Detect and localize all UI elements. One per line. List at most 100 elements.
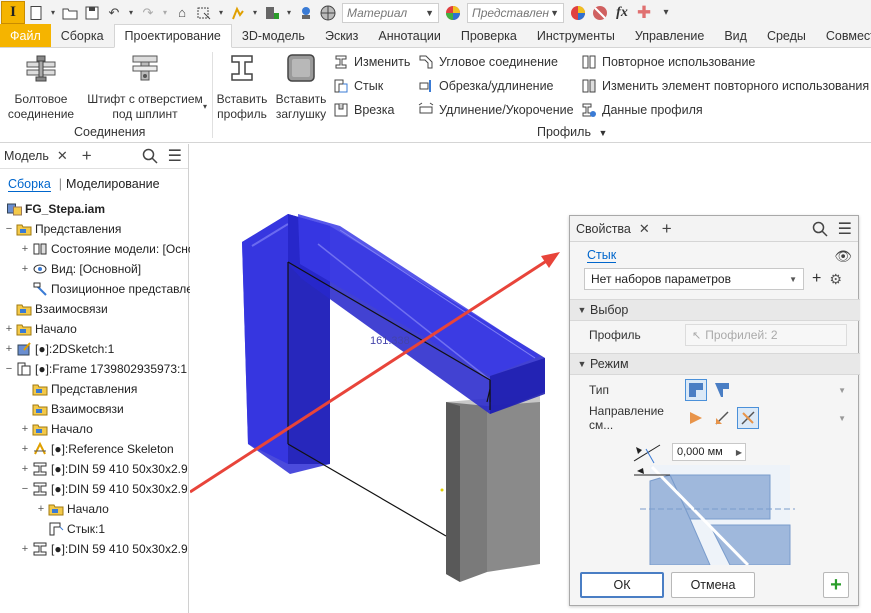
tree-root[interactable]: FG_Stepa.iam <box>0 199 188 219</box>
change-reuse-button[interactable]: Изменить элемент повторного использовани… <box>581 76 869 96</box>
joint-type-partial-icon[interactable] <box>711 379 733 401</box>
expand-icon[interactable]: + <box>20 423 30 435</box>
tab-environments[interactable]: Среды <box>757 24 816 47</box>
adjust-appearance-icon[interactable] <box>569 4 587 22</box>
bolted-connection-button[interactable]: Болтовое соединение <box>4 52 78 122</box>
dropdown-icon[interactable]: ▾ <box>217 4 225 22</box>
dimension-label[interactable]: 161.338 <box>370 335 410 347</box>
select-icon[interactable] <box>195 4 213 22</box>
dropdown-icon[interactable]: ▾ <box>285 4 293 22</box>
expand-icon[interactable]: + <box>36 503 46 515</box>
parameters-fx-icon[interactable]: fx <box>613 4 631 22</box>
save-icon[interactable] <box>83 4 101 22</box>
app-logo[interactable]: I <box>1 1 25 24</box>
update-icon[interactable] <box>263 4 281 22</box>
tree-node[interactable]: Взаимосвязи <box>0 299 188 319</box>
clevis-pin-button[interactable]: Штифт с отверстием под шплинт <box>82 52 208 122</box>
appearance-combo[interactable]: Представлен ▼ <box>467 2 564 23</box>
tree-node[interactable]: − Представления <box>0 219 188 239</box>
dropdown-icon[interactable]: ▾ <box>49 4 57 22</box>
tree-node[interactable]: + [●]:2DSketch:1 <box>0 339 188 359</box>
add-plus-icon[interactable]: ✚ <box>635 3 653 22</box>
tab-inspect[interactable]: Проверка <box>451 24 527 47</box>
tree-node[interactable]: + Начало <box>0 499 188 519</box>
steel-post-right[interactable] <box>446 394 540 582</box>
expand-icon[interactable]: + <box>20 263 30 275</box>
expand-icon[interactable]: + <box>20 443 30 455</box>
add-panel-icon[interactable]: + <box>662 219 672 239</box>
expand-icon[interactable]: + <box>4 323 14 335</box>
close-icon[interactable]: ✕ <box>57 148 68 164</box>
tree-node[interactable]: + [●]:Reference Skeleton <box>0 439 188 459</box>
preset-dropdown[interactable]: Нет наборов параметров ▼ <box>584 268 804 290</box>
color-override-icon[interactable] <box>297 4 315 22</box>
modeling-view-link[interactable]: Моделирование <box>66 177 160 191</box>
command-name-link[interactable]: Стык <box>587 249 617 263</box>
chevron-down-icon[interactable]: ▼ <box>838 414 846 423</box>
home-view-icon[interactable]: ⌂ <box>173 4 191 22</box>
tab-file[interactable]: Файл <box>0 24 51 47</box>
select-filter-icon[interactable] <box>229 4 247 22</box>
collapse-icon[interactable]: − <box>4 223 14 235</box>
lengthen-shorten-button[interactable]: Удлинение/Укорочение <box>418 100 574 120</box>
tree-node[interactable]: Взаимосвязи <box>0 399 188 419</box>
search-icon[interactable] <box>812 221 828 237</box>
tree-node[interactable]: + Состояние модели: [Основ <box>0 239 201 259</box>
expand-icon[interactable]: + <box>4 343 14 355</box>
cancel-button[interactable]: Отмена <box>671 572 755 598</box>
tab-tools[interactable]: Инструменты <box>527 24 625 47</box>
tab-manage[interactable]: Управление <box>625 24 715 47</box>
tab-3d-model[interactable]: 3D-модель <box>232 24 315 47</box>
tab-design[interactable]: Проектирование <box>113 24 232 48</box>
add-preset-icon[interactable]: + <box>812 270 821 288</box>
profile-data-button[interactable]: Данные профиля <box>581 100 703 120</box>
insert-profile-button[interactable]: Вставить профиль <box>214 52 270 122</box>
search-icon[interactable] <box>142 148 158 164</box>
material-combo[interactable]: Материал ▼ <box>342 2 439 23</box>
tab-assembly[interactable]: Сборка <box>51 24 114 47</box>
notch-button[interactable]: Врезка <box>333 100 394 120</box>
tree-node[interactable]: − [●]:DIN 59 410 50x30x2.9 - <box>0 479 195 499</box>
appearance-sphere-icon[interactable] <box>444 4 462 22</box>
dropdown-icon[interactable]: ▾ <box>127 4 135 22</box>
tree-node[interactable]: + Начало <box>0 419 188 439</box>
menu-icon[interactable]: ☰ <box>168 146 182 166</box>
dropdown-icon[interactable]: ▾ <box>161 4 169 22</box>
selection-section-header[interactable]: ▼ Выбор <box>570 299 860 321</box>
chevron-down-icon[interactable]: ▼ <box>838 386 846 395</box>
new-file-icon[interactable] <box>27 4 45 22</box>
ok-button[interactable]: ОК <box>580 572 664 598</box>
tab-sketch[interactable]: Эскиз <box>315 24 368 47</box>
redo-icon[interactable]: ↷ <box>139 4 157 22</box>
clear-appearance-icon[interactable] <box>591 4 609 22</box>
apply-plus-button[interactable]: + <box>823 572 849 598</box>
joint-type-full-icon[interactable] <box>685 379 707 401</box>
gear-icon[interactable]: ⚙ <box>829 271 842 288</box>
direction-diagonal-icon[interactable] <box>711 407 733 429</box>
profile-selector[interactable]: ↖ Профилей: 2 <box>685 324 847 346</box>
material-sphere-icon[interactable] <box>319 4 337 22</box>
change-button[interactable]: Изменить <box>333 52 410 72</box>
collapse-icon[interactable]: − <box>4 363 14 375</box>
insert-end-cap-button[interactable]: Вставить заглушку <box>272 52 330 122</box>
expand-icon[interactable]: + <box>20 463 30 475</box>
add-panel-icon[interactable]: + <box>82 146 92 166</box>
tree-node[interactable]: Представления <box>0 379 188 399</box>
menu-icon[interactable]: ☰ <box>838 219 852 239</box>
mode-section-header[interactable]: ▼ Режим <box>570 353 860 375</box>
tab-collaborate[interactable]: Совместная р <box>816 24 871 47</box>
miter-button[interactable]: Угловое соединение <box>418 52 558 72</box>
tab-view[interactable]: Вид <box>714 24 757 47</box>
undo-icon[interactable]: ↶ <box>105 4 123 22</box>
trim-extend-button[interactable]: Обрезка/удлинение <box>418 76 554 96</box>
close-icon[interactable]: ✕ <box>639 221 650 237</box>
expand-icon[interactable]: + <box>20 543 30 555</box>
reuse-button[interactable]: Повторное использование <box>581 52 755 72</box>
open-folder-icon[interactable] <box>61 4 79 22</box>
customize-menu-icon[interactable]: ▾ <box>657 4 675 22</box>
tree-node[interactable]: + [●]:DIN 59 410 50x30x2.9 - <box>0 539 195 559</box>
tab-annotate[interactable]: Аннотации <box>368 24 450 47</box>
tree-node[interactable]: + Начало <box>0 319 188 339</box>
direction-symmetric-icon[interactable] <box>737 407 759 429</box>
profile-group-label[interactable]: Профиль ▼ <box>537 125 607 139</box>
